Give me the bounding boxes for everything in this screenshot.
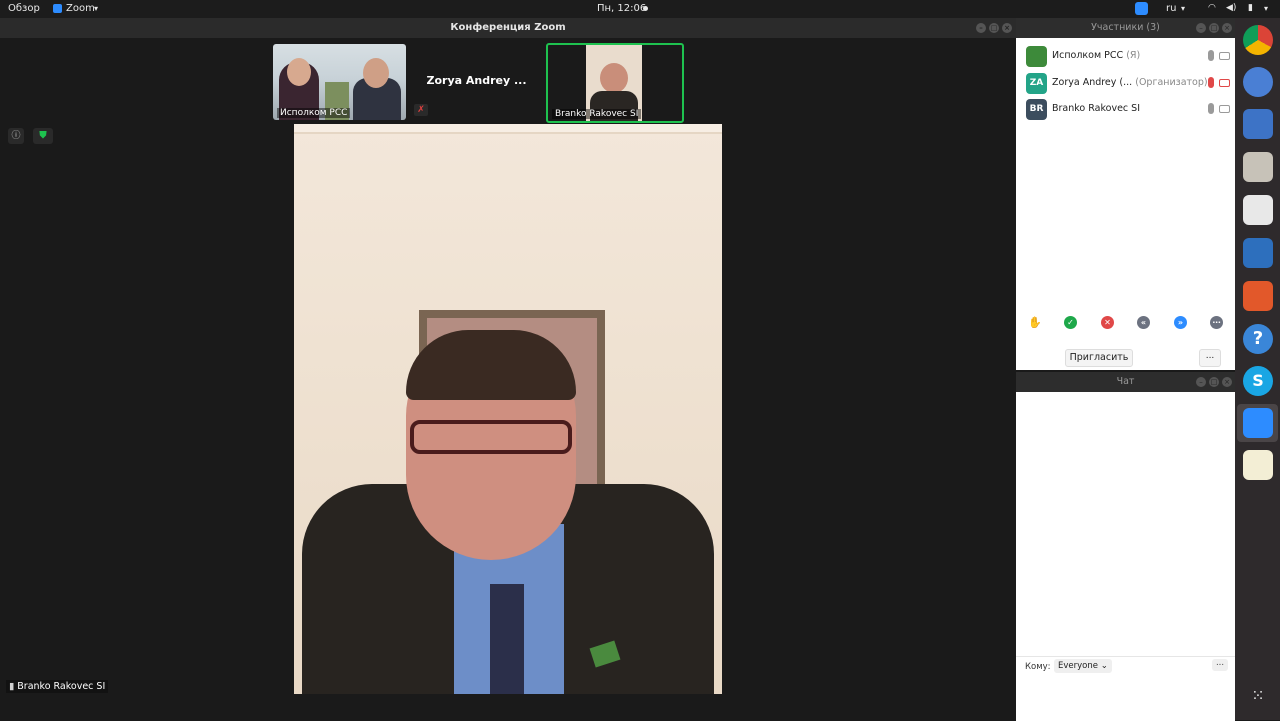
- camera-icon[interactable]: [1219, 105, 1230, 113]
- camera-icon[interactable]: [1219, 52, 1230, 60]
- participant-name: Branko Rakovec SI: [1052, 103, 1140, 114]
- go-slower-icon[interactable]: «: [1137, 316, 1150, 329]
- participant-name: Исполком РСС: [1052, 50, 1124, 61]
- writer-icon[interactable]: [1243, 238, 1273, 268]
- tie: [490, 584, 524, 694]
- chromium-icon[interactable]: [1243, 67, 1273, 97]
- person-face: [363, 58, 389, 88]
- language-indicator[interactable]: ru: [1166, 3, 1176, 14]
- mic-icon[interactable]: [1208, 103, 1214, 114]
- muted-mic-icon[interactable]: [1208, 77, 1214, 88]
- participant-name-wrap: Branko Rakovec SI: [1052, 103, 1140, 114]
- chat-more-button[interactable]: ...: [1212, 659, 1228, 671]
- mic-icon[interactable]: [1208, 50, 1214, 61]
- rhythmbox-icon[interactable]: [1243, 195, 1273, 225]
- more-feedback-icon[interactable]: ⋯: [1210, 316, 1223, 329]
- thunderbird-icon[interactable]: [1243, 109, 1273, 139]
- raise-hand-icon[interactable]: ✋: [1028, 316, 1042, 329]
- battery-icon[interactable]: ▮: [1248, 3, 1253, 13]
- thumbnail-name-label: Branko Rakovec SI: [552, 109, 642, 119]
- participant-row[interactable]: ZA Zorya Andrey (... (Организатор): [1026, 73, 1232, 95]
- text-editor-icon[interactable]: [1243, 450, 1273, 480]
- chevron-down-icon: ▾: [1181, 4, 1186, 13]
- app-menu[interactable]: Zoom: [66, 3, 95, 14]
- participant-name: Zorya Andrey (...: [1052, 77, 1133, 88]
- chat-to-label: Кому:: [1025, 662, 1051, 672]
- zoom-window-titlebar: Конференция Zoom – □ ×: [0, 18, 1016, 38]
- minimize-icon[interactable]: –: [1196, 23, 1206, 33]
- software-center-icon[interactable]: [1243, 281, 1273, 311]
- minimize-icon[interactable]: –: [1196, 377, 1206, 387]
- participant-row[interactable]: BR Branko Rakovec SI: [1026, 99, 1232, 121]
- signal-strength-icon: ▮: [9, 681, 15, 692]
- ceiling-molding: [294, 124, 722, 134]
- wifi-icon[interactable]: ◠: [1208, 3, 1216, 13]
- zoom-app-icon: [53, 4, 62, 13]
- invite-button[interactable]: Пригласить: [1065, 349, 1133, 367]
- active-speaker-video[interactable]: [294, 124, 722, 694]
- avatar: [1026, 46, 1047, 67]
- participants-titlebar: Участники (3) – □ ×: [1016, 18, 1235, 38]
- notification-dot-icon: [643, 6, 648, 11]
- clock[interactable]: Пн, 12:06: [597, 3, 646, 14]
- help-icon[interactable]: ?: [1243, 324, 1273, 354]
- maximize-icon[interactable]: □: [1209, 23, 1219, 33]
- app-grid-icon[interactable]: ⁙: [1247, 685, 1269, 707]
- muted-mic-icon: ✗: [414, 104, 428, 116]
- participant-row[interactable]: Исполком РСС (Я): [1026, 46, 1232, 68]
- minimize-icon[interactable]: –: [976, 23, 986, 33]
- thumbnail-branko[interactable]: Branko Rakovec SI: [546, 43, 684, 123]
- close-icon[interactable]: ×: [1222, 377, 1232, 387]
- info-icon[interactable]: ⓘ: [8, 128, 24, 144]
- close-icon[interactable]: ×: [1222, 23, 1232, 33]
- system-top-bar: Обзор Zoom ▾ Пн, 12:06 ru ▾ ◠ ◀) ▮ ▾: [0, 0, 1280, 18]
- person-face: [287, 58, 311, 86]
- person-face: [600, 63, 628, 93]
- window-title: Конференция Zoom: [450, 22, 566, 33]
- thumbnail-name-label: Исполком РСС: [277, 108, 351, 118]
- active-speaker-label: ▮ Branko Rakovec SI: [6, 680, 109, 693]
- participants-more-button[interactable]: ...: [1199, 349, 1221, 367]
- yes-icon[interactable]: ✓: [1064, 316, 1077, 329]
- participant-role: (Я): [1126, 50, 1141, 61]
- chevron-down-icon: ⌄: [1100, 661, 1108, 671]
- glasses: [410, 420, 572, 454]
- bottom-bar: [0, 694, 1016, 720]
- chevron-down-icon: ▾: [94, 4, 99, 13]
- participant-name-wrap: Исполком РСС (Я): [1052, 50, 1140, 61]
- avatar: ZA: [1026, 73, 1047, 94]
- thumbnail-zorya[interactable]: Zorya Andrey ... ✗: [410, 44, 543, 120]
- chat-titlebar: Чат – □ ×: [1016, 372, 1235, 392]
- chat-compose-area: Кому: Everyone ⌄ ...: [1016, 656, 1235, 721]
- participants-panel: [1016, 18, 1235, 370]
- overview-button[interactable]: Обзор: [8, 3, 40, 14]
- thumbnail-ispolkom[interactable]: Исполком РСС: [273, 44, 406, 120]
- participant-name-wrap: Zorya Andrey (... (Организатор): [1052, 77, 1208, 88]
- files-icon[interactable]: [1243, 152, 1273, 182]
- active-speaker-name: Branko Rakovec SI: [17, 681, 106, 692]
- chat-recipient-value: Everyone: [1058, 661, 1098, 671]
- go-faster-icon[interactable]: »: [1174, 316, 1187, 329]
- skype-icon[interactable]: S: [1243, 366, 1273, 396]
- close-icon[interactable]: ×: [1002, 23, 1012, 33]
- participants-title: Участники (3): [1091, 22, 1160, 33]
- no-icon[interactable]: ✕: [1101, 316, 1114, 329]
- maximize-icon[interactable]: □: [1209, 377, 1219, 387]
- chevron-down-icon[interactable]: ▾: [1264, 4, 1268, 13]
- chrome-icon[interactable]: [1243, 25, 1273, 55]
- zoom-dock-icon[interactable]: [1243, 408, 1273, 438]
- camera-off-icon[interactable]: [1219, 79, 1230, 87]
- thumbnail-name-label: Zorya Andrey ...: [426, 74, 527, 87]
- chat-input[interactable]: [1016, 677, 1235, 721]
- participant-role: (Организатор): [1135, 77, 1208, 88]
- avatar: BR: [1026, 99, 1047, 120]
- shield-icon[interactable]: ⛊: [33, 128, 53, 144]
- volume-icon[interactable]: ◀): [1226, 3, 1236, 13]
- chat-title: Чат: [1116, 376, 1135, 387]
- chat-recipient-select[interactable]: Everyone ⌄: [1054, 659, 1112, 673]
- maximize-icon[interactable]: □: [989, 23, 999, 33]
- zoom-tray-icon[interactable]: [1135, 2, 1148, 15]
